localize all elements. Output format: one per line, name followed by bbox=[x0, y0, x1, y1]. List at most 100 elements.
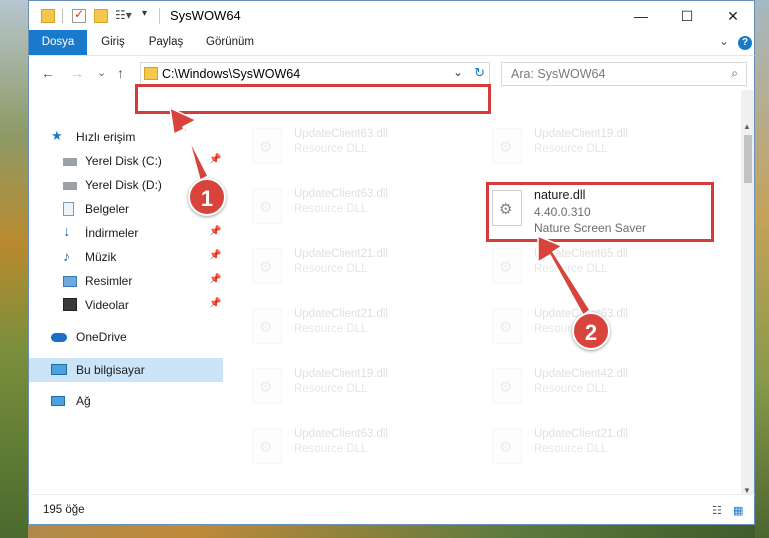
file-name: UpdateClient63.dll bbox=[294, 128, 388, 140]
file-name: UpdateClient21.dll bbox=[294, 248, 388, 260]
list-item[interactable]: UpdateClient63.dll Resource DLL bbox=[248, 124, 478, 172]
dll-file-icon bbox=[252, 128, 282, 164]
file-description: Resource DLL bbox=[294, 443, 368, 455]
sidebar-item-label: Resimler bbox=[85, 274, 133, 288]
dll-file-icon bbox=[492, 308, 522, 344]
address-bar[interactable]: C:\Windows\SysWOW64 ⌄ ↻ bbox=[140, 62, 490, 86]
forward-button[interactable]: → bbox=[70, 65, 84, 81]
list-item[interactable]: UpdateClient63.dll Resource DLL bbox=[248, 184, 478, 232]
sidebar-item-label: Hızlı erişim bbox=[76, 130, 136, 144]
scroll-up-icon[interactable]: ▲ bbox=[743, 122, 751, 131]
pin-icon: 📌 bbox=[209, 226, 222, 237]
tab-home[interactable]: Giriş bbox=[93, 30, 133, 55]
quick-access-dropdown-icon[interactable]: ▾ bbox=[142, 8, 147, 19]
pin-icon: 📌 bbox=[209, 154, 222, 165]
step-badge-2: 2 bbox=[572, 312, 610, 350]
divider bbox=[159, 8, 160, 24]
sidebar-item-label: Yerel Disk (C:) bbox=[85, 154, 162, 168]
pin-icon: 📌 bbox=[209, 274, 222, 285]
address-path[interactable]: C:\Windows\SysWOW64 bbox=[162, 67, 300, 81]
file-description: Resource DLL bbox=[294, 203, 368, 215]
list-item[interactable]: UpdateClient21.dll Resource DLL bbox=[248, 304, 478, 352]
status-bar: 195 öğe ☷ ▦ bbox=[28, 494, 755, 525]
folder-icon bbox=[41, 9, 55, 23]
vertical-scrollbar[interactable]: ▲ ▼ bbox=[741, 90, 755, 495]
sidebar-item-pictures[interactable]: Resimler 📌 bbox=[29, 270, 223, 292]
dll-file-icon bbox=[492, 428, 522, 464]
folder-icon bbox=[144, 67, 158, 80]
back-button[interactable]: ← bbox=[41, 65, 55, 81]
tab-file[interactable]: Dosya bbox=[29, 30, 87, 55]
minimize-button[interactable]: — bbox=[618, 1, 664, 31]
file-name: UpdateClient19.dll bbox=[534, 128, 628, 140]
sidebar-item-onedrive[interactable]: OneDrive bbox=[29, 326, 223, 348]
picture-icon bbox=[63, 276, 77, 287]
large-icons-view-icon[interactable]: ▦ bbox=[733, 504, 743, 517]
maximize-button[interactable]: ☐ bbox=[664, 1, 710, 31]
dll-file-icon bbox=[252, 428, 282, 464]
dll-file-icon bbox=[252, 368, 282, 404]
sidebar-item-videos[interactable]: Videolar 📌 bbox=[29, 294, 223, 316]
file-description: Resource DLL bbox=[534, 263, 608, 275]
list-item[interactable]: UpdateClient65.dll Resource DLL bbox=[488, 244, 718, 292]
file-list: UpdateClient63.dll Resource DLL UpdateCl… bbox=[224, 90, 741, 494]
properties-icon[interactable] bbox=[72, 7, 86, 23]
search-icon[interactable]: ⌕ bbox=[731, 66, 738, 81]
item-count: 195 öğe bbox=[43, 504, 85, 516]
download-icon: ↓ bbox=[63, 223, 71, 240]
star-icon: ★ bbox=[51, 128, 63, 143]
pin-icon: 📌 bbox=[209, 250, 222, 261]
sidebar-item-label: Yerel Disk (D:) bbox=[85, 178, 162, 192]
dll-file-icon bbox=[252, 308, 282, 344]
expand-ribbon-icon[interactable]: ⌄ bbox=[719, 34, 729, 48]
scrollbar-thumb[interactable] bbox=[744, 135, 752, 183]
file-name: UpdateClient19.dll bbox=[294, 368, 388, 380]
list-item[interactable]: UpdateClient21.dll Resource DLL bbox=[248, 244, 478, 292]
sidebar-item-this-pc[interactable]: Bu bilgisayar bbox=[29, 358, 223, 382]
tab-view[interactable]: Görünüm bbox=[199, 30, 261, 55]
desktop-background-right bbox=[755, 0, 769, 538]
list-item[interactable]: UpdateClient19.dll Resource DLL bbox=[248, 364, 478, 412]
new-folder-icon[interactable] bbox=[94, 9, 108, 23]
chevron-down-icon[interactable]: ⌄ bbox=[453, 65, 463, 79]
sidebar-item-label: Bu bilgisayar bbox=[76, 363, 145, 377]
list-item[interactable]: UpdateClient21.dll Resource DLL bbox=[488, 424, 718, 472]
search-input[interactable]: Ara: SysWOW64 ⌕ bbox=[501, 62, 747, 86]
customize-toolbar-icon[interactable]: ☷▾ bbox=[115, 8, 132, 22]
file-name: UpdateClient21.dll bbox=[294, 308, 388, 320]
sidebar-item-label: İndirmeler bbox=[85, 226, 139, 240]
cloud-icon bbox=[51, 333, 67, 342]
list-item[interactable]: UpdateClient42.dll Resource DLL bbox=[488, 364, 718, 412]
list-item[interactable]: UpdateClient63.dll Resource DLL bbox=[248, 424, 478, 472]
file-description: Resource DLL bbox=[534, 383, 608, 395]
sidebar-item-downloads[interactable]: ↓ İndirmeler 📌 bbox=[29, 222, 223, 244]
file-description: Resource DLL bbox=[294, 263, 368, 275]
refresh-icon[interactable]: ↻ bbox=[474, 65, 485, 81]
sidebar-item-network[interactable]: Ağ bbox=[29, 390, 223, 412]
sidebar-item-music[interactable]: ♪ Müzik 📌 bbox=[29, 246, 223, 268]
document-icon bbox=[63, 202, 74, 216]
details-view-icon[interactable]: ☷ bbox=[712, 504, 722, 517]
drive-icon bbox=[63, 182, 77, 190]
title-bar: ☷▾ ▾ SysWOW64 — ☐ ✕ bbox=[28, 0, 755, 30]
list-item[interactable]: UpdateClient19.dll Resource DLL bbox=[488, 124, 718, 172]
sidebar-item-local-disk-c[interactable]: Yerel Disk (C:) 📌 bbox=[29, 150, 223, 172]
divider bbox=[62, 9, 63, 23]
up-button[interactable]: ↑ bbox=[117, 65, 124, 81]
tab-share[interactable]: Paylaş bbox=[143, 30, 189, 55]
file-description: Resource DLL bbox=[294, 143, 368, 155]
music-icon: ♪ bbox=[63, 248, 70, 264]
file-highlight bbox=[486, 182, 714, 242]
window-title: SysWOW64 bbox=[170, 8, 241, 23]
close-button[interactable]: ✕ bbox=[710, 1, 756, 31]
recent-locations-button[interactable]: ⌄ bbox=[97, 66, 106, 79]
video-icon bbox=[63, 298, 77, 311]
dll-file-icon bbox=[492, 248, 522, 284]
ribbon-tabs: Dosya Giriş Paylaş Görünüm ⌄ ? bbox=[28, 30, 755, 55]
file-name: UpdateClient63.dll bbox=[294, 428, 388, 440]
network-icon bbox=[51, 396, 65, 406]
file-description: Resource DLL bbox=[534, 443, 608, 455]
help-icon[interactable]: ? bbox=[738, 36, 752, 50]
computer-icon bbox=[51, 364, 67, 375]
sidebar-item-quick-access[interactable]: ★ Hızlı erişim bbox=[29, 126, 223, 148]
